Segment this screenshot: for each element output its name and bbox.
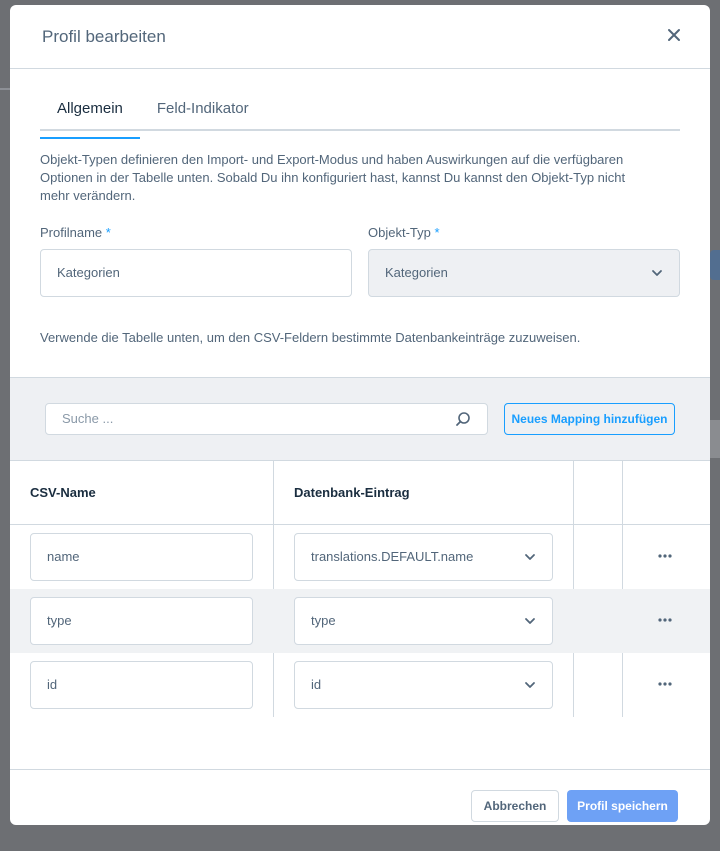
backdrop-element xyxy=(710,420,720,458)
db-entry-select[interactable]: type xyxy=(294,597,553,645)
object-type-label: Objekt-Typ * xyxy=(368,225,440,240)
close-icon[interactable] xyxy=(666,27,682,43)
column-header-db-entry: Datenbank-Eintrag xyxy=(294,485,410,500)
column-header-csv-name: CSV-Name xyxy=(30,485,96,500)
add-mapping-button[interactable]: Neues Mapping hinzufügen xyxy=(504,403,675,435)
required-marker: * xyxy=(434,225,440,240)
table-header: CSV-Name Datenbank-Eintrag xyxy=(10,461,710,525)
profile-name-input[interactable]: Kategorien xyxy=(40,249,352,297)
modal-header: Profil bearbeiten xyxy=(10,5,710,69)
modal-title: Profil bearbeiten xyxy=(42,27,166,46)
db-entry-value: translations.DEFAULT.name xyxy=(311,549,474,564)
tab-feld-indikator[interactable]: Feld-Indikator xyxy=(140,95,266,129)
mapping-hint: Verwende die Tabelle unten, um den CSV-F… xyxy=(40,330,581,345)
backdrop-divider xyxy=(0,88,10,90)
cancel-button[interactable]: Abbrechen xyxy=(471,790,559,822)
db-entry-select[interactable]: id xyxy=(294,661,553,709)
save-profile-button[interactable]: Profil speichern xyxy=(567,790,678,822)
tab-allgemein[interactable]: Allgemein xyxy=(40,95,140,139)
required-marker: * xyxy=(105,225,111,240)
more-actions-icon[interactable] xyxy=(656,553,674,559)
search-icon xyxy=(456,412,470,426)
object-type-value: Kategorien xyxy=(385,265,448,280)
chevron-down-icon xyxy=(525,682,535,688)
csv-name-input[interactable]: type xyxy=(30,597,253,645)
backdrop-element xyxy=(710,250,720,280)
chevron-down-icon xyxy=(525,554,535,560)
tab-bar: Allgemein Feld-Indikator xyxy=(40,95,680,139)
more-actions-icon[interactable] xyxy=(656,617,674,623)
search-input[interactable]: Suche ... xyxy=(45,403,488,435)
object-type-description: Objekt-Typen definieren den Import- und … xyxy=(40,152,626,203)
db-entry-select[interactable]: translations.DEFAULT.name xyxy=(294,533,553,581)
object-type-select[interactable]: Kategorien xyxy=(368,249,680,297)
db-entry-value: type xyxy=(311,613,336,628)
csv-name-input[interactable]: id xyxy=(30,661,253,709)
db-entry-value: id xyxy=(311,677,322,692)
chevron-down-icon xyxy=(652,270,662,276)
mapping-toolbar: Suche ... Neues Mapping hinzufügen xyxy=(10,377,710,461)
more-actions-icon[interactable] xyxy=(656,681,674,687)
table-row: type type xyxy=(10,589,710,653)
table-row: name translations.DEFAULT.name xyxy=(10,525,710,589)
modal-footer: Abbrechen Profil speichern xyxy=(10,769,710,825)
table-row: id id xyxy=(10,653,710,717)
profile-name-label: Profilname * xyxy=(40,225,111,240)
csv-name-input[interactable]: name xyxy=(30,533,253,581)
chevron-down-icon xyxy=(525,618,535,624)
search-placeholder: Suche ... xyxy=(62,411,114,426)
edit-profile-modal: Profil bearbeiten Allgemein Feld-Indikat… xyxy=(10,5,710,825)
mapping-table: CSV-Name Datenbank-Eintrag name translat… xyxy=(10,461,710,717)
